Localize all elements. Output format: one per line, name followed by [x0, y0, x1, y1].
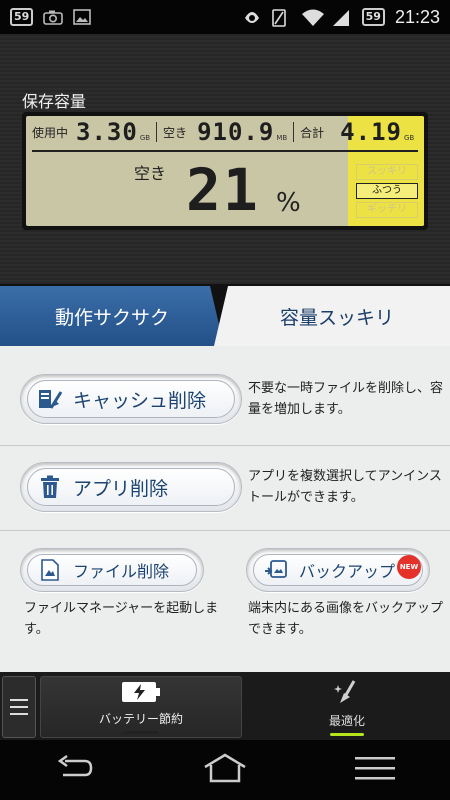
file-delete-button[interactable]: ファイル削除: [20, 548, 204, 592]
backup-label: バックアップ: [299, 562, 396, 581]
main-tabs: 動作サクサク 容量スッキリ: [0, 284, 450, 346]
home-button[interactable]: [195, 750, 255, 790]
bottom-app-bar: バッテリー節約 最適化: [0, 672, 450, 740]
storage-meter: 使用中 3.30 GB 空き 910.9 MB 合計 4.19 GB 空き 21…: [22, 112, 428, 230]
clock: 21:23: [394, 6, 440, 27]
battery-icon: [121, 681, 161, 706]
lcd-separator: [156, 122, 158, 142]
used-unit: GB: [139, 134, 151, 142]
menu-icon-line: [10, 706, 28, 708]
mode-sukkiri: スッキリ: [356, 164, 418, 180]
home-icon: [202, 753, 248, 787]
menu-lines-icon: [355, 755, 395, 785]
mode-gicchiri: ギッチリ: [356, 202, 418, 218]
status-bar: 59 59 21:23: [0, 0, 450, 34]
lcd-display: 使用中 3.30 GB 空き 910.9 MB 合計 4.19 GB 空き 21…: [26, 116, 424, 226]
app-delete-button[interactable]: アプリ削除: [20, 462, 242, 512]
tab-battery-saving[interactable]: バッテリー節約: [40, 676, 242, 738]
tab-storage[interactable]: 容量スッキリ: [214, 286, 450, 346]
app-delete-description: アプリを複数選択してアンインストールができます。: [248, 469, 442, 505]
image-file-icon: [37, 557, 63, 583]
free-percent-label: 空き: [134, 164, 167, 183]
optimize-label: 最適化: [328, 713, 365, 728]
menu-icon-line: [10, 713, 28, 715]
file-delete-description: ファイルマネージャーを起動します。: [24, 601, 219, 637]
back-button[interactable]: [45, 750, 105, 790]
notification-badge: 59: [10, 8, 34, 26]
lcd-separator: [293, 122, 295, 142]
cache-delete-label: キャッシュ削除: [73, 389, 207, 412]
used-label: 使用中: [32, 125, 69, 140]
cache-delete-button[interactable]: キャッシュ削除: [20, 374, 242, 424]
back-icon: [55, 753, 95, 787]
trash-icon: [37, 474, 63, 500]
app-delete-label: アプリ削除: [73, 477, 169, 500]
menu-nav-button[interactable]: [345, 750, 405, 790]
tab-indicator: [124, 730, 158, 734]
new-badge: NEW: [397, 555, 421, 579]
free-percent-value: 21: [186, 156, 260, 224]
tab-storage-label: 容量スッキリ: [279, 306, 394, 329]
divider: [0, 445, 450, 446]
lcd-divider: [32, 150, 418, 152]
camera-icon: [43, 9, 64, 25]
total-value: 4.19: [340, 118, 402, 146]
mode-futsuu: ふつう: [356, 183, 418, 199]
total-label: 合計: [300, 125, 325, 140]
lcd-top-row: 使用中 3.30 GB 空き 910.9 MB 合計 4.19 GB: [26, 116, 424, 148]
used-value: 3.30: [76, 118, 138, 146]
cache-delete-description: 不要な一時ファイルを削除し、容量を増加します。: [248, 381, 444, 417]
storage-content: キャッシュ削除 不要な一時ファイルを削除し、容量を増加します。 アプリ削除 アプ…: [0, 346, 450, 672]
free-value: 910.9: [197, 118, 275, 146]
ring-icon: [242, 9, 262, 25]
backup-button[interactable]: バックアップ NEW: [246, 548, 430, 592]
backup-description: 端末内にある画像をバックアップできます。: [248, 601, 444, 637]
divider: [0, 530, 450, 531]
active-tab-indicator: [330, 732, 364, 736]
system-nav-bar: [0, 740, 450, 800]
storage-mode-indicator: スッキリ ふつう ギッチリ: [356, 164, 418, 218]
image-icon: [73, 9, 93, 25]
backup-icon: [263, 557, 289, 583]
file-delete-label: ファイル削除: [73, 562, 170, 581]
broom-icon: [37, 386, 63, 412]
broom-sparkle-icon: [332, 679, 362, 708]
battery-saving-label: バッテリー節約: [98, 711, 183, 726]
wifi-icon: [301, 9, 324, 26]
percent-sign: %: [276, 188, 301, 218]
menu-button[interactable]: [2, 676, 36, 738]
battery-level-badge: 59: [361, 8, 385, 26]
signal-icon: [332, 9, 352, 26]
tab-optimize[interactable]: 最適化: [246, 676, 448, 738]
storage-title: 保存容量: [22, 92, 87, 111]
tab-speed[interactable]: 動作サクサク: [0, 286, 224, 346]
menu-icon-line: [10, 699, 28, 701]
free-label: 空き: [163, 125, 188, 140]
sim-icon: [271, 9, 292, 27]
total-unit: GB: [403, 134, 415, 142]
free-unit: MB: [276, 134, 288, 142]
